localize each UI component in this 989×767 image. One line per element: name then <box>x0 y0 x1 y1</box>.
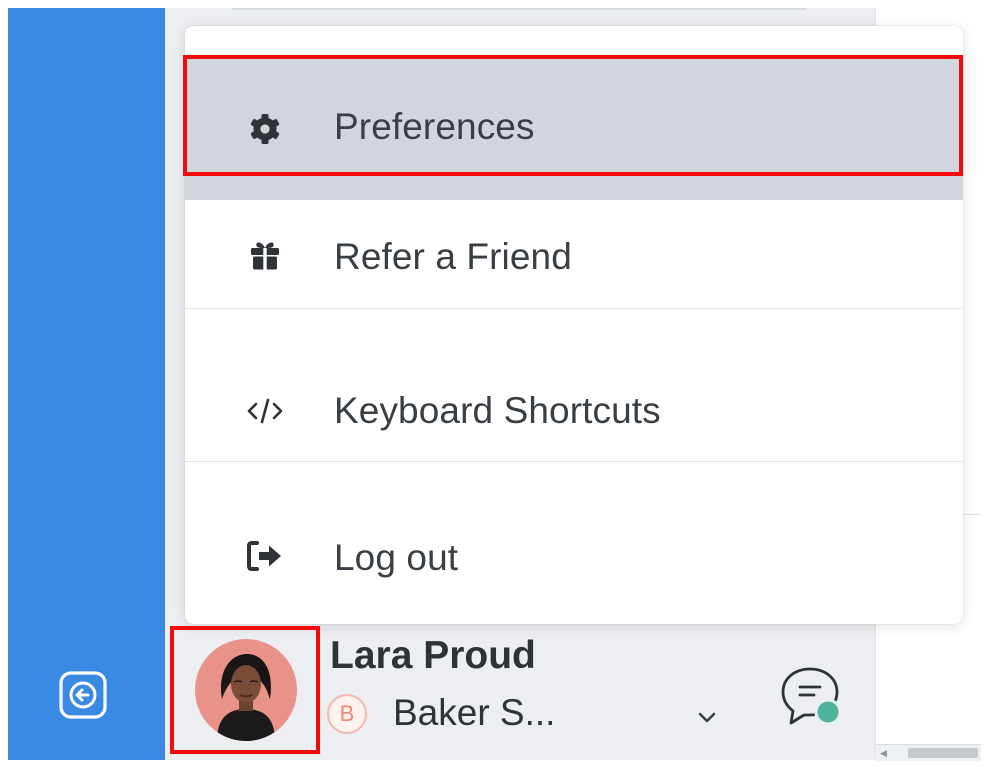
code-icon <box>245 391 285 431</box>
org-badge: B <box>327 694 367 734</box>
menu-item-label: Refer a Friend <box>334 236 572 277</box>
menu-divider <box>185 308 963 309</box>
chat-button[interactable] <box>776 662 846 732</box>
logout-icon <box>245 536 285 576</box>
menu-item-keyboard-shortcuts[interactable]: Keyboard Shortcuts <box>185 334 963 488</box>
left-rail <box>8 8 165 760</box>
collapse-sidebar-button[interactable] <box>55 667 111 723</box>
menu-item-log-out[interactable]: Log out <box>185 488 963 624</box>
menu-item-refer-a-friend[interactable]: Refer a Friend <box>185 200 963 310</box>
user-name: Lara Proud <box>330 634 536 677</box>
avatar[interactable] <box>195 639 297 741</box>
horizontal-scrollbar[interactable]: ◀ <box>876 744 981 761</box>
menu-item-label: Keyboard Shortcuts <box>334 390 661 431</box>
chat-bubble-icon <box>781 667 842 726</box>
user-menu-popover: Preferences Refer a Friend Keyboard Shor… <box>185 26 963 624</box>
chevron-down-icon <box>698 712 716 723</box>
app-window: ◀ Preferences Refer a Friend Keyboard Sh… <box>0 0 989 767</box>
org-name[interactable]: Baker S... <box>393 692 555 734</box>
gift-icon <box>245 235 285 275</box>
menu-item-label: Log out <box>334 537 459 578</box>
org-dropdown-button[interactable] <box>692 702 722 732</box>
scrollbar-thumb[interactable] <box>908 748 978 758</box>
menu-item-label: Preferences <box>334 106 535 147</box>
menu-divider <box>185 461 963 462</box>
sidebar-divider <box>232 8 806 10</box>
menu-item-preferences[interactable]: Preferences <box>185 58 963 200</box>
scroll-left-icon[interactable]: ◀ <box>880 748 887 759</box>
collapse-left-icon <box>59 671 107 719</box>
gear-icon <box>245 109 285 149</box>
